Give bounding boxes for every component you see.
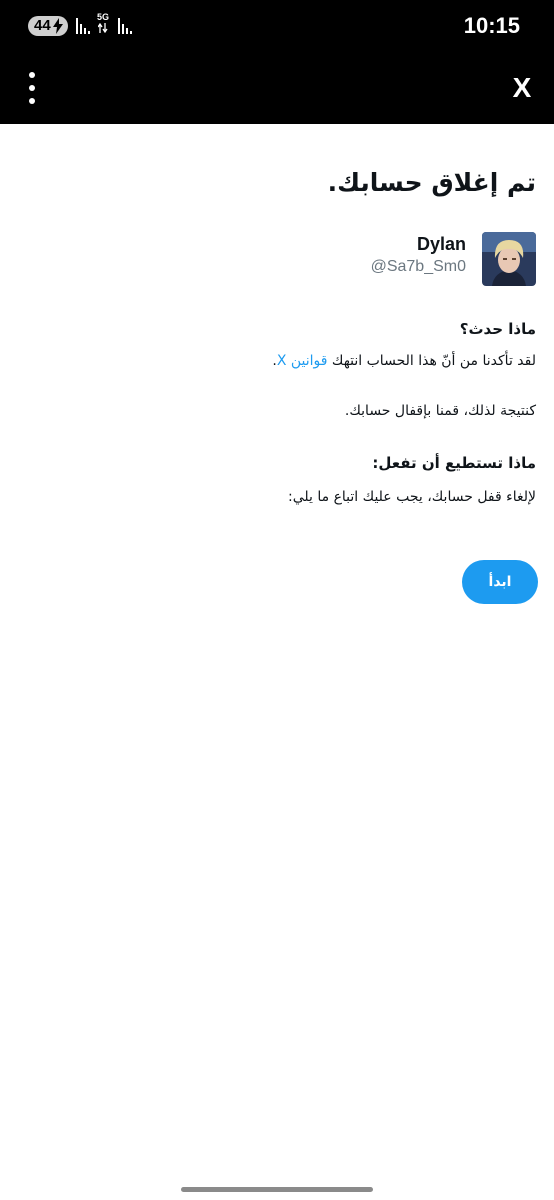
network-type: 5G <box>97 12 110 22</box>
app-bar: X <box>0 52 554 124</box>
avatar <box>482 232 536 286</box>
more-vertical-icon-dot <box>29 85 35 91</box>
violation-text: لقد تأكدنا من أنّ هذا الحساب انتهك قواني… <box>272 350 536 372</box>
status-bar: 44 5G 10:15 <box>0 0 554 52</box>
more-vertical-icon-dot <box>29 98 35 104</box>
violation-text-start: لقد تأكدنا من أنّ هذا الحساب انتهك <box>327 353 536 369</box>
close-button[interactable]: X <box>510 70 534 106</box>
account-handle: @Sa7b_Sm0 <box>370 258 466 275</box>
x-rules-link[interactable]: قوانين X <box>277 353 328 369</box>
profile-picture <box>482 232 536 286</box>
more-options-button[interactable] <box>18 70 46 106</box>
what-to-do-heading: ماذا تستطيع أن تفعل: <box>372 454 536 472</box>
what-happened-heading: ماذا حدث؟ <box>459 320 536 338</box>
charging-bolt-icon <box>53 18 63 34</box>
account-name: Dylan <box>416 234 466 254</box>
consequence-text: كنتيجة لذلك، قمنا بإقفال حسابك. <box>344 403 536 419</box>
more-vertical-icon <box>29 72 35 78</box>
signal-strength-icon <box>76 18 90 34</box>
page-title: تم إغلاق حسابك. <box>327 168 536 197</box>
data-activity-icon <box>98 23 108 33</box>
battery-level: 44 <box>34 17 51 34</box>
start-button[interactable]: ابدأ <box>462 560 538 604</box>
battery-indicator: 44 <box>28 16 68 36</box>
home-indicator[interactable] <box>181 1187 373 1192</box>
unlock-instructions: لإلغاء قفل حسابك، يجب عليك اتباع ما يلي: <box>287 489 536 505</box>
locked-account-notice: تم إغلاق حسابك. Dylan @Sa7b_Sm0 ماذا حدث… <box>0 124 554 1200</box>
clock: 10:15 <box>463 13 520 38</box>
signal-strength-icon-2 <box>118 18 132 34</box>
